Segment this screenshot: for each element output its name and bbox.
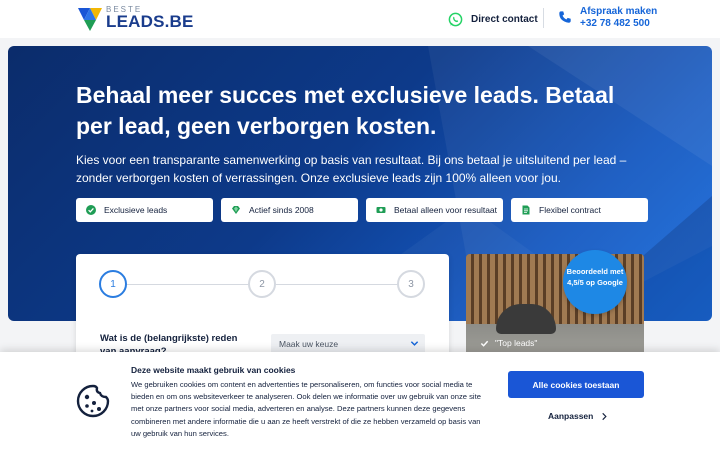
step-connector [127, 284, 249, 285]
customize-cookies-link[interactable]: Aanpassen [548, 411, 608, 421]
phone-number: +32 78 482 500 [580, 18, 650, 29]
money-icon [376, 207, 386, 213]
chevron-right-icon [602, 412, 608, 420]
logo-text-bottom: LEADS.BE [106, 12, 194, 31]
photo-caption: "Top leads" [480, 338, 537, 348]
diamond-icon [232, 206, 240, 214]
accept-all-cookies-button[interactable]: Alle cookies toestaan [508, 371, 644, 398]
reason-select[interactable]: Maak uw keuze [271, 334, 425, 354]
feature-label: Actief sinds 2008 [249, 205, 314, 215]
step-indicator-1: 1 [99, 270, 127, 298]
photo-caption-text: "Top leads" [495, 338, 538, 348]
feature-exclusive-leads: Exclusieve leads [76, 198, 213, 222]
customize-label: Aanpassen [548, 411, 594, 421]
feature-flexible-contract: Flexibel contract [511, 198, 648, 222]
document-icon [522, 205, 530, 215]
check-icon [480, 340, 489, 347]
appointment-link[interactable]: Afspraak maken +32 78 482 500 [558, 6, 657, 30]
cookie-title: Deze website maakt gebruik van cookies [131, 365, 296, 375]
cookie-banner: Deze website maakt gebruik van cookies W… [0, 352, 720, 450]
feature-list: Exclusieve leads Actief sinds 2008 Betaa… [76, 198, 648, 222]
site-logo[interactable]: BESTE LEADS.BE [76, 4, 193, 34]
whatsapp-icon [448, 12, 463, 26]
chevron-down-icon [410, 341, 419, 346]
cookie-description: We gebruiken cookies om content en adver… [131, 380, 481, 438]
hero-subtitle: Kies voor een transparante samenwerking … [76, 153, 627, 185]
check-circle-icon [86, 205, 96, 215]
header-divider [543, 8, 544, 28]
feature-pay-for-results: Betaal alleen voor resultaat [366, 198, 503, 222]
appointment-label: Afspraak maken [580, 6, 658, 17]
feature-label: Flexibel contract [539, 205, 601, 215]
direct-contact-label: Direct contact [471, 13, 538, 25]
cookie-icon [76, 384, 110, 418]
step-connector [276, 284, 398, 285]
phone-icon [559, 11, 571, 23]
select-value: Maak uw keuze [279, 339, 339, 349]
google-rating-badge: Beoordeeld met 4,5/5 op Google [563, 250, 627, 314]
step-indicator-2: 2 [248, 270, 276, 298]
hero-title: Behaal meer succes met exclusieve leads.… [76, 82, 615, 139]
feature-active-since: Actief sinds 2008 [221, 198, 358, 222]
step-indicator-3: 3 [397, 270, 425, 298]
feature-label: Exclusieve leads [104, 205, 168, 215]
site-header: BESTE LEADS.BE Direct contact Afspraak m… [0, 0, 720, 38]
direct-contact-link[interactable]: Direct contact [448, 10, 538, 28]
feature-label: Betaal alleen voor resultaat [394, 205, 498, 215]
logo-mark-icon [78, 8, 102, 31]
